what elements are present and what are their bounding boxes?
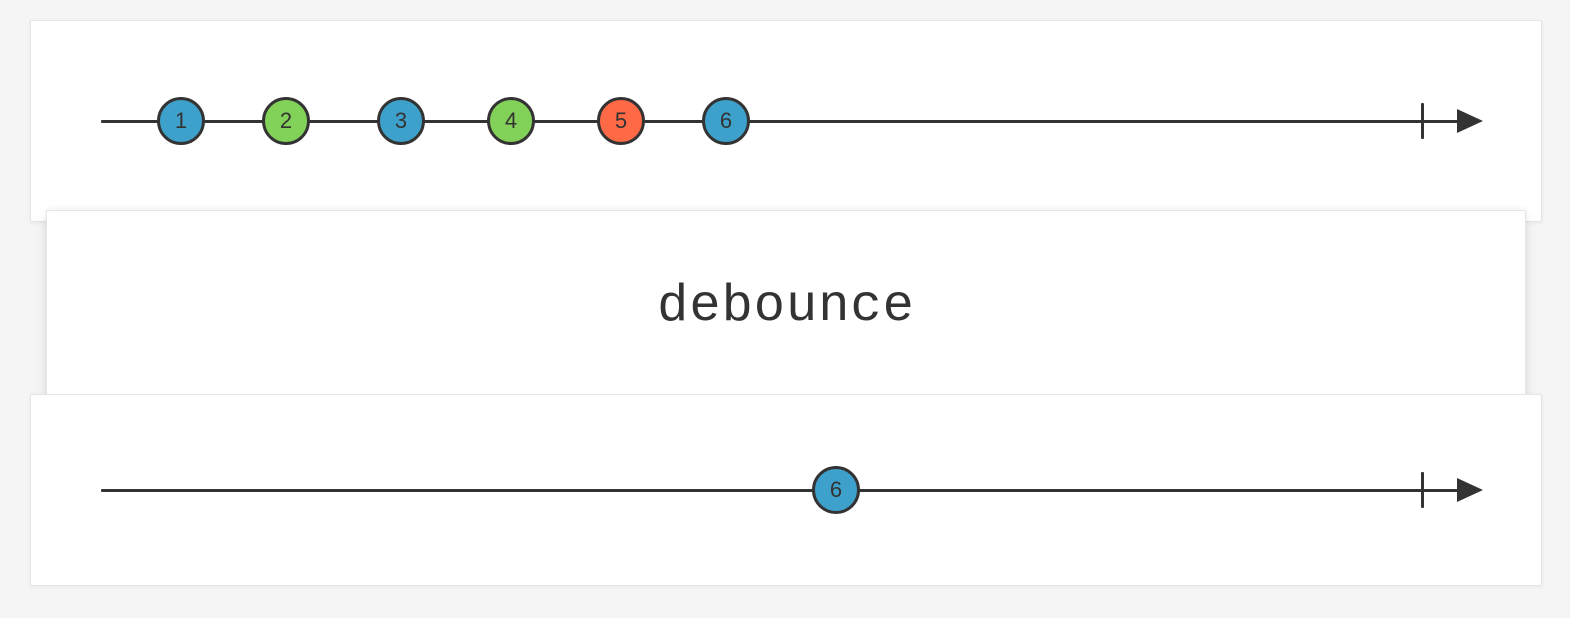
marble-label: 3 — [395, 108, 407, 134]
marble-label: 1 — [175, 108, 187, 134]
input-marble-1: 1 — [157, 97, 205, 145]
input-marble-3: 3 — [377, 97, 425, 145]
arrow-right-icon — [1457, 478, 1483, 502]
marble-label: 6 — [720, 108, 732, 134]
marble-diagram: 1 2 3 4 5 6 debounce 6 — [0, 0, 1570, 618]
operator-box: debounce — [46, 210, 1526, 402]
marble-label: 5 — [615, 108, 627, 134]
input-panel: 1 2 3 4 5 6 — [30, 20, 1542, 222]
arrow-right-icon — [1457, 109, 1483, 133]
marble-label: 6 — [830, 477, 842, 503]
input-marble-5: 5 — [597, 97, 645, 145]
output-marble-6: 6 — [812, 466, 860, 514]
timeline-axis — [101, 489, 1461, 492]
completion-tick — [1421, 472, 1424, 508]
completion-tick — [1421, 103, 1424, 139]
operator-label: debounce — [657, 277, 915, 336]
marble-label: 2 — [280, 108, 292, 134]
input-marble-2: 2 — [262, 97, 310, 145]
marble-label: 4 — [505, 108, 517, 134]
output-panel: 6 — [30, 394, 1542, 586]
input-marble-6: 6 — [702, 97, 750, 145]
input-marble-4: 4 — [487, 97, 535, 145]
